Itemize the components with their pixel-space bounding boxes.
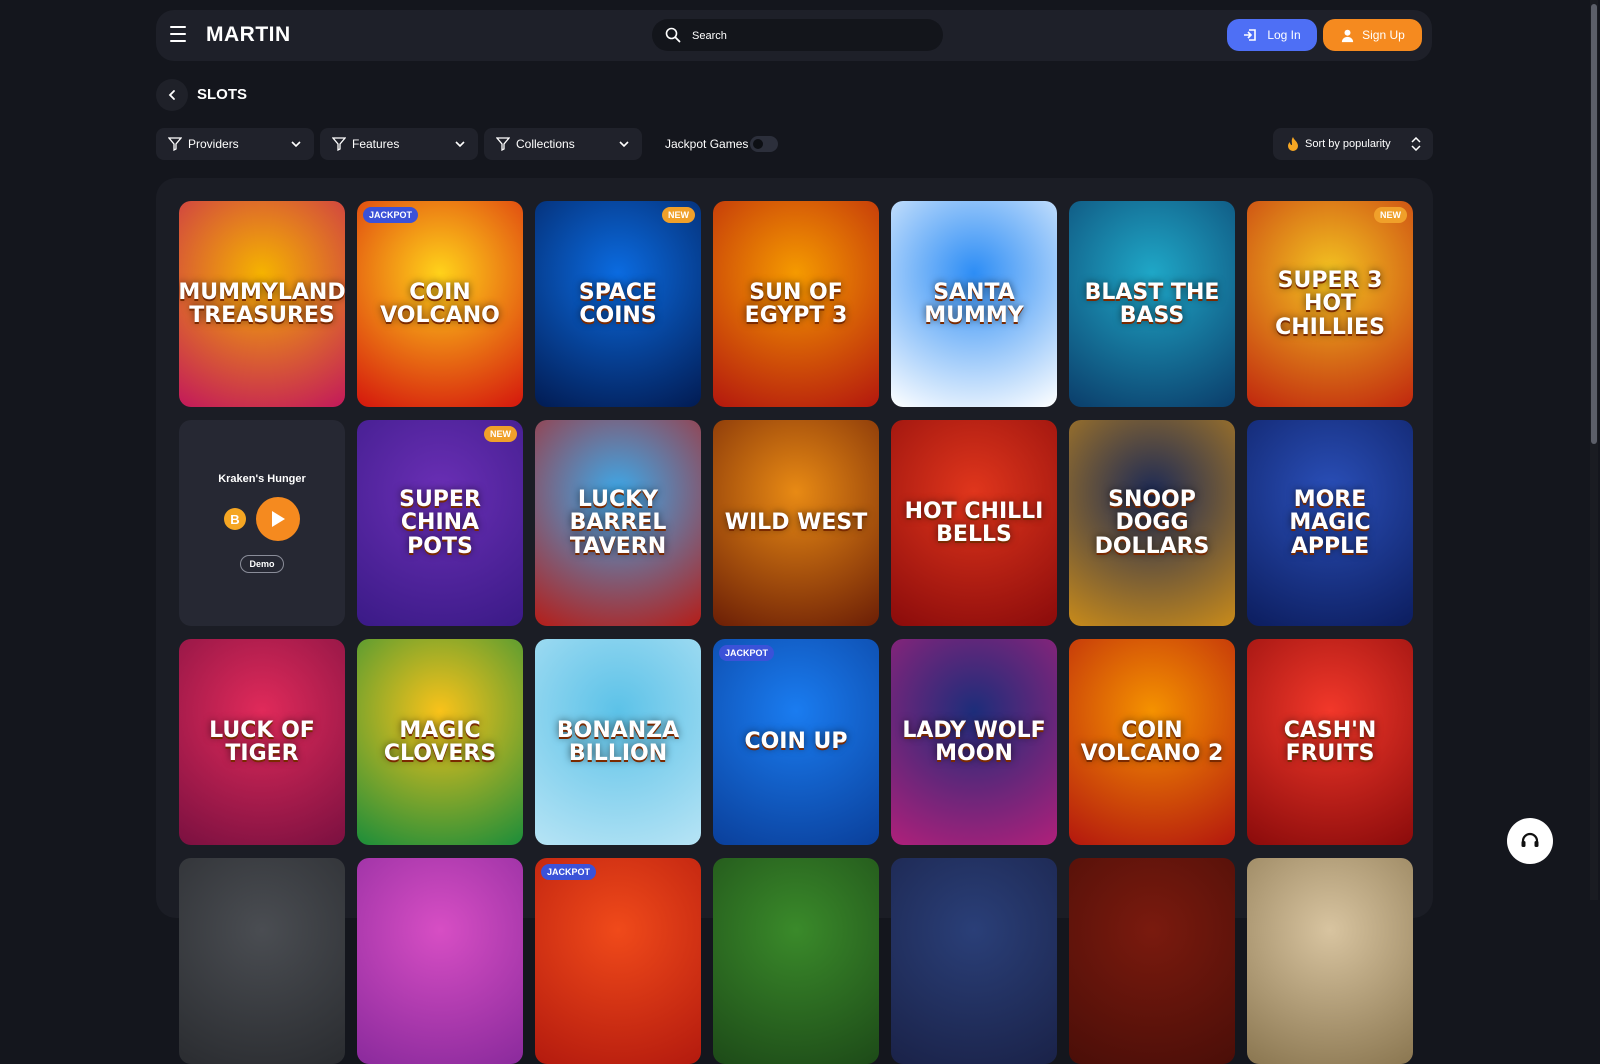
game-tile[interactable]: Super China Pots NEW: [357, 420, 523, 626]
game-title: Wild West: [724, 510, 868, 536]
features-filter[interactable]: Features: [320, 128, 478, 160]
top-header: MARTIN Log In Sign Up: [156, 10, 1432, 61]
game-tile[interactable]: More Magic Apple: [1247, 420, 1413, 626]
game-title: Coin Up: [744, 729, 848, 755]
sign-up-button[interactable]: Sign Up: [1323, 19, 1422, 51]
hamburger-menu-icon[interactable]: [170, 26, 192, 44]
game-title: Lucky Barrel Tavern: [569, 487, 667, 559]
search-icon: [665, 27, 681, 43]
user-icon: [1342, 29, 1354, 42]
filter-icon: [332, 137, 346, 151]
game-title: Blast the Bass: [1084, 279, 1220, 328]
filter-icon: [496, 137, 510, 151]
demo-button[interactable]: Demo: [240, 555, 284, 573]
page-scrollbar[interactable]: [1590, 0, 1598, 900]
game-title: Bonanza Billion: [556, 717, 680, 766]
game-title: Super 3 Hot Chillies: [1275, 268, 1385, 340]
jackpot-badge: JACKPOT: [541, 864, 597, 880]
game-title: Luck of Tiger: [209, 717, 315, 766]
new-badge: NEW: [1374, 207, 1407, 223]
game-title: Santa Mummy: [924, 279, 1024, 328]
game-tile[interactable]: Santa Mummy: [891, 201, 1057, 407]
back-button[interactable]: [156, 79, 188, 111]
game-title: Coin Volcano: [380, 279, 500, 328]
game-title: Magic Clovers: [383, 717, 497, 766]
log-in-button[interactable]: Log In: [1227, 19, 1317, 51]
game-title: Cash'n Fruits: [1283, 717, 1377, 766]
game-tile[interactable]: Blast the Bass: [1069, 201, 1235, 407]
new-badge: NEW: [484, 426, 517, 442]
chevron-down-icon: [619, 141, 629, 148]
game-tile[interactable]: Magic Clovers: [357, 639, 523, 845]
game-title: Coin Volcano 2: [1080, 717, 1224, 766]
game-tile[interactable]: [713, 858, 879, 1064]
game-tile[interactable]: Lady Wolf Moon: [891, 639, 1057, 845]
jackpot-badge: JACKPOT: [719, 645, 775, 661]
game-title: Space Coins: [578, 279, 658, 328]
chevron-left-icon: [168, 90, 175, 100]
game-tile[interactable]: Coin Up JACKPOT: [713, 639, 879, 845]
game-tile[interactable]: Coin Volcano JACKPOT: [357, 201, 523, 407]
game-tile[interactable]: Cash'n Fruits: [1247, 639, 1413, 845]
game-tile[interactable]: [1069, 858, 1235, 1064]
play-button[interactable]: [256, 497, 300, 541]
game-tile[interactable]: Snoop Dogg Dollars: [1069, 420, 1235, 626]
games-grid: Mummyland Treasures Coin Volcano JACKPOT Sp…: [156, 178, 1433, 1064]
game-title: Hot Chilli Bells: [904, 498, 1044, 547]
game-title: Sun of Egypt 3: [744, 279, 848, 328]
game-tile[interactable]: [891, 858, 1057, 1064]
game-title: Kraken's Hunger: [218, 473, 306, 485]
jackpot-games-label: Jackpot Games: [665, 137, 749, 151]
headset-icon: [1521, 832, 1539, 847]
game-title: Mummyland Treasures: [179, 279, 345, 328]
game-tile[interactable]: Lucky Barrel Tavern: [535, 420, 701, 626]
log-in-label: Log In: [1267, 28, 1301, 42]
new-badge: NEW: [662, 207, 695, 223]
collections-label: Collections: [516, 137, 575, 151]
support-chat-button[interactable]: [1507, 818, 1553, 864]
martin-logo[interactable]: MARTIN: [206, 23, 291, 47]
sort-label: Sort by popularity: [1305, 138, 1391, 150]
collections-filter[interactable]: Collections: [484, 128, 642, 160]
play-icon: [272, 511, 285, 527]
game-tile[interactable]: Luck of Tiger: [179, 639, 345, 845]
filter-icon: [168, 137, 182, 151]
search-input[interactable]: [690, 19, 934, 53]
fire-icon: [1288, 137, 1298, 151]
providers-filter[interactable]: Providers: [156, 128, 314, 160]
page-title: SLOTS: [197, 86, 248, 103]
game-tile[interactable]: Kraken's Hunger B Demo: [179, 420, 345, 626]
jackpot-badge: JACKPOT: [363, 207, 419, 223]
bitcoin-icon: B: [224, 508, 246, 530]
chevron-down-icon: [455, 141, 465, 148]
game-tile[interactable]: Sun of Egypt 3: [713, 201, 879, 407]
game-tile[interactable]: Bonanza Billion: [535, 639, 701, 845]
game-tile[interactable]: Hot Chilli Bells: [891, 420, 1057, 626]
sort-arrows-icon: [1411, 137, 1421, 151]
game-tile[interactable]: Coin Volcano 2: [1069, 639, 1235, 845]
game-tile[interactable]: Wild West: [713, 420, 879, 626]
game-title: More Magic Apple: [1289, 487, 1371, 559]
game-tile[interactable]: [357, 858, 523, 1064]
game-title: Lady Wolf Moon: [902, 717, 1046, 766]
game-tile[interactable]: [1247, 858, 1413, 1064]
game-tile[interactable]: Mummyland Treasures: [179, 201, 345, 407]
game-tile[interactable]: JACKPOT: [535, 858, 701, 1064]
game-tile[interactable]: Space Coins NEW: [535, 201, 701, 407]
sort-dropdown[interactable]: Sort by popularity: [1273, 128, 1433, 160]
search-box[interactable]: [652, 19, 943, 53]
game-tile[interactable]: [179, 858, 345, 1064]
providers-label: Providers: [188, 137, 239, 151]
chevron-down-icon: [291, 141, 301, 148]
sign-up-label: Sign Up: [1362, 28, 1405, 42]
login-arrow-icon: [1244, 29, 1257, 41]
game-title: Super China Pots: [399, 487, 481, 559]
jackpot-games-toggle[interactable]: [750, 136, 778, 152]
game-title: Snoop Dogg Dollars: [1094, 487, 1210, 559]
game-tile[interactable]: Super 3 Hot Chillies NEW: [1247, 201, 1413, 407]
features-label: Features: [352, 137, 400, 151]
